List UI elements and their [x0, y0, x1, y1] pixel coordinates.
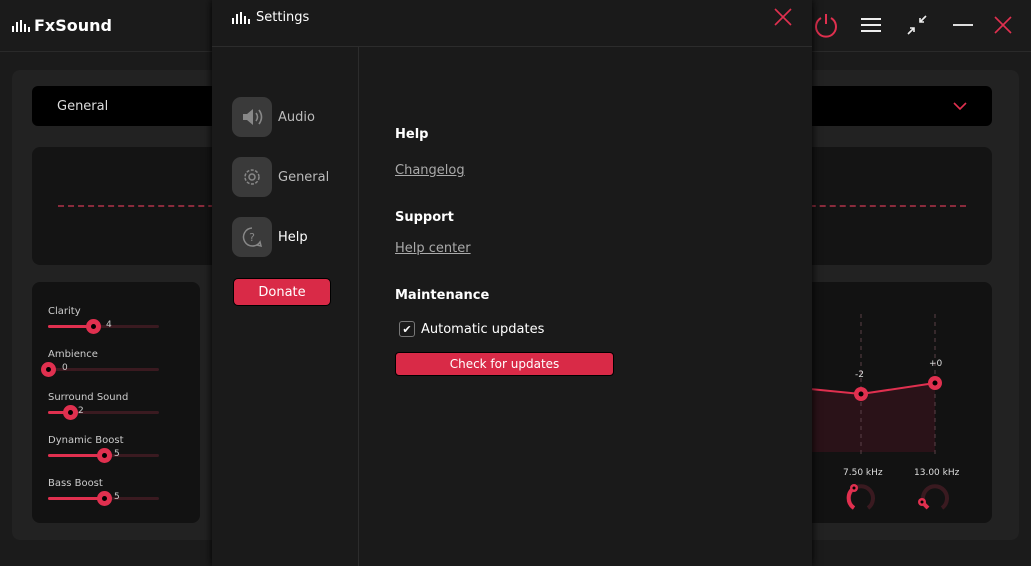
sidebar-item-help[interactable]: ? Help	[232, 217, 308, 257]
ambience-slider[interactable]: Ambience 0	[41, 349, 163, 377]
sidebar-item-label: Help	[278, 229, 308, 245]
menu-button[interactable]	[858, 12, 884, 38]
power-button[interactable]	[813, 12, 839, 38]
eq-gain-label: +0	[929, 359, 943, 369]
effect-label: Ambience	[48, 349, 98, 360]
close-icon	[774, 8, 792, 26]
close-app-button[interactable]	[990, 12, 1016, 38]
close-icon	[994, 16, 1012, 34]
bass-boost-slider[interactable]: Bass Boost 5	[48, 478, 163, 506]
help-icon: ?	[232, 217, 272, 257]
eq-freq-label: 13.00 kHz	[914, 468, 960, 478]
effect-label: Bass Boost	[48, 478, 103, 489]
check-for-updates-button[interactable]: Check for updates	[395, 352, 614, 376]
sidebar-divider	[358, 47, 359, 566]
logo-bars-icon	[232, 11, 250, 24]
dynamic-boost-slider[interactable]: Dynamic Boost 5	[48, 435, 163, 463]
effect-value: 0	[62, 363, 68, 373]
dialog-title-text: Settings	[256, 10, 310, 25]
gear-icon	[232, 157, 272, 197]
sidebar-item-audio[interactable]: Audio	[232, 97, 315, 137]
chevron-down-icon	[953, 102, 967, 110]
help-heading: Help	[395, 127, 429, 142]
effect-value: 4	[106, 320, 112, 330]
help-center-link[interactable]: Help center	[395, 241, 471, 256]
maintenance-heading: Maintenance	[395, 288, 490, 303]
settings-dialog: Settings Audio General ? Help Donate Hel…	[212, 0, 812, 566]
support-heading: Support	[395, 210, 454, 225]
menu-icon	[861, 18, 881, 32]
effect-label: Surround Sound	[48, 392, 129, 403]
donate-button[interactable]: Donate	[233, 278, 331, 306]
automatic-updates-option[interactable]: ✔ Automatic updates	[399, 321, 544, 337]
eq-gain-label: -2	[855, 370, 864, 380]
logo-bars-icon	[12, 19, 30, 32]
sidebar-item-general[interactable]: General	[232, 157, 329, 197]
effect-value: 5	[114, 492, 120, 502]
effect-label: Dynamic Boost	[48, 435, 124, 446]
clarity-slider[interactable]: Clarity 4	[48, 306, 163, 334]
equalizer-panel: -2 +0 7.50 kHz 13.00 kHz	[810, 282, 992, 523]
minimize-button[interactable]	[950, 12, 976, 38]
dialog-title: Settings	[232, 10, 309, 25]
svg-text:?: ?	[249, 231, 255, 244]
changelog-link[interactable]: Changelog	[395, 163, 465, 178]
app-logo: FxSound	[12, 16, 112, 35]
sidebar-item-label: General	[278, 169, 330, 185]
power-icon	[815, 14, 837, 38]
automatic-updates-label: Automatic updates	[421, 321, 545, 337]
effect-value: 5	[114, 449, 120, 459]
dialog-close-button[interactable]	[774, 8, 794, 28]
effect-value: 2	[78, 406, 84, 416]
effect-label: Clarity	[48, 306, 81, 317]
eq-freq-label: 7.50 kHz	[843, 468, 883, 478]
effects-panel: Clarity 4 Ambience 0 Surround Sound 2 Dynam…	[32, 282, 200, 523]
speaker-icon	[232, 97, 272, 137]
sidebar-item-label: Audio	[278, 109, 315, 125]
collapse-icon	[907, 15, 927, 35]
automatic-updates-checkbox[interactable]: ✔	[399, 321, 415, 337]
surround-sound-slider[interactable]: Surround Sound 2	[48, 392, 163, 420]
app-title: FxSound	[34, 16, 112, 35]
preset-selected: General	[57, 98, 109, 114]
compact-mode-button[interactable]	[904, 12, 930, 38]
eq-graph	[810, 314, 949, 510]
minimize-icon	[953, 24, 973, 26]
